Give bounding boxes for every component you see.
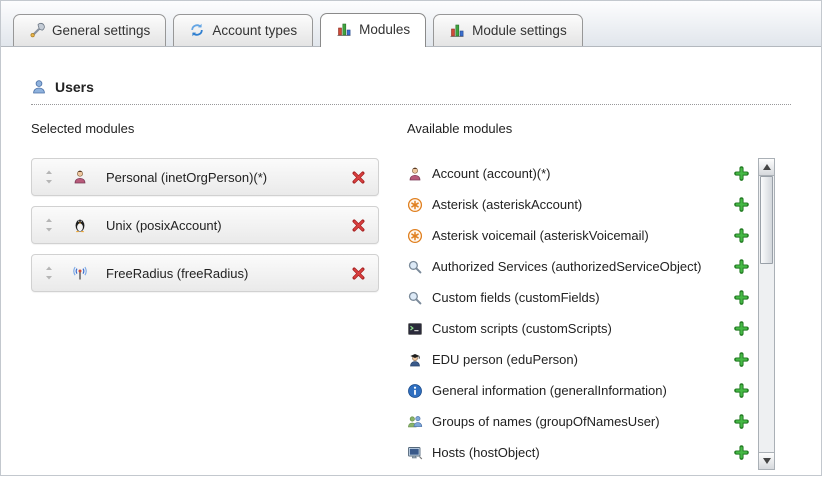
tab-label: Modules [359, 22, 410, 37]
selected-module-row: Personal (inetOrgPerson)(*) [31, 158, 379, 196]
module-label: Custom fields (customFields) [432, 290, 600, 305]
available-module-row: General information (generalInformation) [407, 375, 749, 406]
magnifier-icon [407, 259, 423, 275]
host-icon [407, 445, 423, 461]
tab-modules[interactable]: Modules [320, 13, 426, 47]
module-label: FreeRadius (freeRadius) [106, 266, 248, 281]
module-label: Custom scripts (customScripts) [432, 321, 612, 336]
person-icon [72, 169, 88, 185]
scroll-down-button[interactable] [759, 452, 774, 469]
selected-modules-heading: Selected modules [31, 121, 379, 136]
add-module-button[interactable] [734, 290, 749, 305]
add-module-button[interactable] [734, 166, 749, 181]
sync-icon [189, 22, 205, 38]
add-module-button[interactable] [734, 445, 749, 460]
remove-module-button[interactable] [351, 170, 366, 185]
module-label: Groups of names (groupOfNamesUser) [432, 414, 660, 429]
module-columns: Selected modules Personal (inetOrgPerson… [31, 121, 791, 470]
available-modules-list: Account (account)(*) Asterisk (asteriskAc… [407, 158, 749, 468]
module-label: Asterisk voicemail (asteriskVoicemail) [432, 228, 649, 243]
user-icon [31, 79, 47, 95]
modules-tab-content: Users Selected modules Personal (inetOrg… [1, 47, 821, 470]
scroll-up-button[interactable] [759, 159, 774, 176]
add-module-button[interactable] [734, 414, 749, 429]
available-module-row: Asterisk voicemail (asteriskVoicemail) [407, 220, 749, 251]
tab-label: Module settings [472, 23, 567, 38]
drag-handle-icon[interactable] [44, 217, 56, 233]
add-module-button[interactable] [734, 259, 749, 274]
remove-module-button[interactable] [351, 218, 366, 233]
magnifier-icon [407, 290, 423, 306]
tab-module-settings[interactable]: Module settings [433, 14, 583, 46]
group-icon [407, 414, 423, 430]
selected-module-row: Unix (posixAccount) [31, 206, 379, 244]
available-module-row: Account (account)(*) [407, 158, 749, 189]
add-module-button[interactable] [734, 197, 749, 212]
edu-person-icon [407, 352, 423, 368]
tab-bar: General settings Account types Modules Modu… [1, 1, 821, 47]
available-module-row: Custom fields (customFields) [407, 282, 749, 313]
selected-modules-list: Personal (inetOrgPerson)(*) Unix (posixAc… [31, 158, 379, 292]
tab-general-settings[interactable]: General settings [13, 14, 166, 46]
drag-handle-icon[interactable] [44, 265, 56, 281]
asterisk-icon [407, 228, 423, 244]
wrench-icon [29, 22, 45, 38]
module-label: EDU person (eduPerson) [432, 352, 578, 367]
tab-label: General settings [52, 23, 150, 38]
add-module-button[interactable] [734, 321, 749, 336]
add-module-button[interactable] [734, 228, 749, 243]
selected-module-row: FreeRadius (freeRadius) [31, 254, 379, 292]
chart-icon [449, 22, 465, 38]
down-arrow-icon [763, 458, 771, 464]
module-label: Asterisk (asteriskAccount) [432, 197, 582, 212]
users-section-heading: Users [31, 79, 791, 105]
chart-icon [336, 21, 352, 37]
module-label: Unix (posixAccount) [106, 218, 222, 233]
person-icon [407, 166, 423, 182]
selected-modules-column: Selected modules Personal (inetOrgPerson… [31, 121, 379, 470]
antenna-icon [72, 265, 88, 281]
available-module-row: Groups of names (groupOfNamesUser) [407, 406, 749, 437]
section-title: Users [55, 79, 94, 95]
available-modules-area: Account (account)(*) Asterisk (asteriskAc… [407, 158, 775, 470]
available-module-row: EDU person (eduPerson) [407, 344, 749, 375]
scroll-thumb[interactable] [760, 176, 773, 264]
lam-configuration-page: General settings Account types Modules Modu… [0, 0, 822, 476]
penguin-icon [72, 217, 88, 233]
add-module-button[interactable] [734, 352, 749, 367]
asterisk-icon [407, 197, 423, 213]
module-label: General information (generalInformation) [432, 383, 667, 398]
tab-account-types[interactable]: Account types [173, 14, 313, 46]
available-module-row: Custom scripts (customScripts) [407, 313, 749, 344]
module-label: Personal (inetOrgPerson)(*) [106, 170, 267, 185]
up-arrow-icon [763, 164, 771, 170]
module-label: Hosts (hostObject) [432, 445, 540, 460]
drag-handle-icon[interactable] [44, 169, 56, 185]
script-icon [407, 321, 423, 337]
available-module-row: Asterisk (asteriskAccount) [407, 189, 749, 220]
tab-label: Account types [212, 23, 297, 38]
module-label: Account (account)(*) [432, 166, 551, 181]
available-module-row: Hosts (hostObject) [407, 437, 749, 468]
available-modules-column: Available modules Account (account)(*) As… [407, 121, 791, 470]
info-icon [407, 383, 423, 399]
available-module-row: Authorized Services (authorizedServiceOb… [407, 251, 749, 282]
add-module-button[interactable] [734, 383, 749, 398]
remove-module-button[interactable] [351, 266, 366, 281]
scrollbar[interactable] [758, 158, 775, 470]
available-modules-heading: Available modules [407, 121, 791, 136]
module-label: Authorized Services (authorizedServiceOb… [432, 259, 702, 274]
